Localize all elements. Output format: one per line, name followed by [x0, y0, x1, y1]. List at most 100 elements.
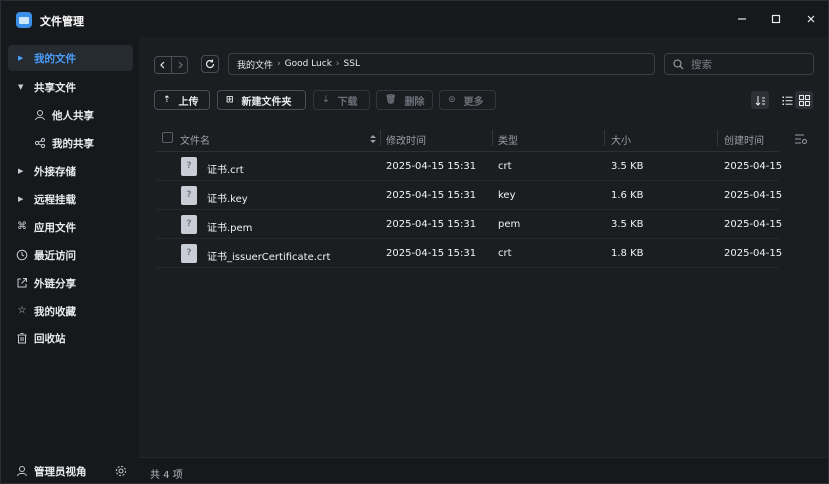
chevron-left-icon — [160, 61, 165, 69]
upload-button[interactable]: ⇡ 上传 — [154, 90, 210, 110]
file-modified: 2025-04-15 15:31 — [386, 248, 477, 259]
file-size: 1.6 KB — [611, 190, 644, 201]
search-input[interactable]: 搜索 — [664, 53, 814, 75]
sidebar-item-remote-mount[interactable]: ▶ 远程挂载 — [8, 186, 133, 212]
breadcrumb[interactable]: 我的文件 › Good Luck › SSL — [228, 53, 655, 75]
sidebar-item-my-files[interactable]: ▶ 我的文件 — [8, 45, 133, 71]
column-header-created[interactable]: 创建时间 — [724, 132, 764, 147]
sidebar-item-label: 我的文件 — [34, 52, 76, 65]
file-created: 2025-04-15 — [724, 219, 783, 230]
file-name[interactable]: 证书.crt — [207, 161, 244, 176]
delete-label: 删除 — [404, 96, 425, 108]
trash-icon — [16, 332, 28, 344]
column-header-type[interactable]: 类型 — [498, 132, 518, 147]
sidebar-item-label: 外链分享 — [34, 277, 76, 290]
user-icon — [34, 109, 46, 121]
forward-button[interactable] — [171, 57, 187, 73]
more-icon: ⊙ — [448, 95, 456, 105]
select-all-checkbox[interactable] — [162, 132, 173, 143]
file-type: crt — [498, 248, 512, 259]
file-name[interactable]: 证书_issuerCertificate.crt — [207, 248, 330, 263]
sidebar-item-external-storage[interactable]: ▶ 外接存储 — [8, 158, 133, 184]
column-divider[interactable] — [380, 130, 381, 146]
breadcrumb-item-ssl[interactable]: SSL — [344, 59, 360, 69]
table-row[interactable]: ? 证书.key 2025-04-15 15:31 key 1.6 KB 202… — [156, 181, 783, 210]
chevron-right-icon — [178, 61, 183, 69]
sidebar-footer: 管理员视角 — [1, 457, 139, 483]
column-divider[interactable] — [492, 130, 493, 146]
table-row[interactable]: ? 证书_issuerCertificate.crt 2025-04-15 15… — [156, 239, 783, 268]
file-table: 文件名 修改时间 类型 大小 创建时间 ? 证书.crt 2025-04-15 … — [156, 124, 783, 268]
column-divider[interactable] — [604, 130, 605, 146]
download-icon: ⇣ — [322, 95, 330, 105]
breadcrumb-item-my-files[interactable]: 我的文件 — [237, 58, 273, 71]
sidebar-item-recycle-bin[interactable]: 回收站 — [8, 325, 133, 351]
file-created: 2025-04-15 — [724, 190, 783, 201]
sidebar-item-favorites[interactable]: ☆ 我的收藏 — [8, 298, 133, 324]
column-settings-button[interactable] — [794, 132, 808, 146]
file-type: key — [498, 190, 516, 201]
maximize-button[interactable] — [768, 11, 784, 27]
unknown-file-icon: ? — [181, 186, 197, 205]
list-view-button[interactable] — [778, 91, 796, 109]
refresh-icon — [205, 59, 215, 69]
sidebar-item-label: 我的共享 — [52, 137, 94, 150]
minimize-icon — [738, 18, 746, 20]
upload-label: 上传 — [178, 96, 199, 108]
trash-icon: 🗑 — [385, 95, 397, 105]
file-name[interactable]: 证书.key — [207, 190, 248, 205]
breadcrumb-separator: › — [335, 59, 340, 69]
close-button[interactable] — [803, 11, 819, 27]
window-title: 文件管理 — [40, 15, 84, 28]
gear-icon[interactable] — [115, 465, 127, 477]
sidebar-item-label: 共享文件 — [34, 81, 76, 94]
main-panel: 我的文件 › Good Luck › SSL 搜索 ⇡ 上传 ⊞ 新建文件夹 ⇣… — [139, 37, 828, 457]
file-manager-window: 文件管理 ▶ 我的文件 ▼ 共享文件 他人共享 我的共享 ▶ 外接存储 ▶ 远程… — [0, 0, 829, 484]
sidebar-item-label: 回收站 — [34, 332, 66, 345]
file-type: crt — [498, 161, 512, 172]
sort-arrows-icon[interactable] — [369, 134, 377, 144]
clock-icon — [16, 249, 28, 261]
file-type: pem — [498, 219, 521, 230]
grid-view-icon — [798, 94, 810, 106]
minimize-button[interactable] — [734, 11, 750, 27]
unknown-file-icon: ? — [181, 244, 197, 263]
refresh-button[interactable] — [201, 55, 219, 73]
file-created: 2025-04-15 — [724, 248, 783, 259]
column-divider[interactable] — [717, 130, 718, 146]
column-settings-icon — [795, 134, 807, 144]
grid-view-button[interactable] — [795, 91, 813, 109]
new-folder-button[interactable]: ⊞ 新建文件夹 — [217, 90, 306, 110]
delete-button[interactable]: 🗑 删除 — [376, 90, 433, 110]
sidebar-item-recent[interactable]: 最近访问 — [8, 242, 133, 268]
sidebar-item-shared-files[interactable]: ▼ 共享文件 — [8, 74, 133, 100]
sidebar-item-my-shares[interactable]: 我的共享 — [8, 130, 133, 156]
column-header-name[interactable]: 文件名 — [180, 132, 210, 147]
caret-right-icon: ▶ — [18, 195, 24, 203]
sort-button[interactable] — [751, 91, 769, 109]
download-button[interactable]: ⇣ 下载 — [313, 90, 370, 110]
column-header-size[interactable]: 大小 — [611, 132, 631, 147]
table-row[interactable]: ? 证书.pem 2025-04-15 15:31 pem 3.5 KB 202… — [156, 210, 783, 239]
file-modified: 2025-04-15 15:31 — [386, 219, 477, 230]
sidebar-item-shared-with-me[interactable]: 他人共享 — [8, 102, 133, 128]
more-button[interactable]: ⊙ 更多 — [439, 90, 496, 110]
caret-right-icon: ▶ — [18, 54, 24, 62]
file-name[interactable]: 证书.pem — [207, 219, 252, 234]
sidebar-item-label: 最近访问 — [34, 249, 76, 262]
breadcrumb-item-good-luck[interactable]: Good Luck — [285, 59, 332, 69]
sidebar-item-external-links[interactable]: 外链分享 — [8, 270, 133, 296]
list-view-icon — [782, 96, 792, 105]
sidebar-item-app-files[interactable]: ⌘ 应用文件 — [8, 214, 133, 240]
more-label: 更多 — [463, 96, 484, 108]
status-bar: 共 4 项 — [139, 457, 828, 483]
sidebar-item-label: 他人共享 — [52, 109, 94, 122]
back-button[interactable] — [155, 57, 171, 73]
sort-icon — [755, 95, 765, 106]
admin-view-label: 管理员视角 — [34, 465, 87, 478]
column-header-modified[interactable]: 修改时间 — [386, 132, 426, 147]
sidebar-item-label: 外接存储 — [34, 165, 76, 178]
file-size: 3.5 KB — [611, 161, 644, 172]
caret-down-icon: ▼ — [18, 83, 24, 91]
table-row[interactable]: ? 证书.crt 2025-04-15 15:31 crt 3.5 KB 202… — [156, 152, 782, 181]
